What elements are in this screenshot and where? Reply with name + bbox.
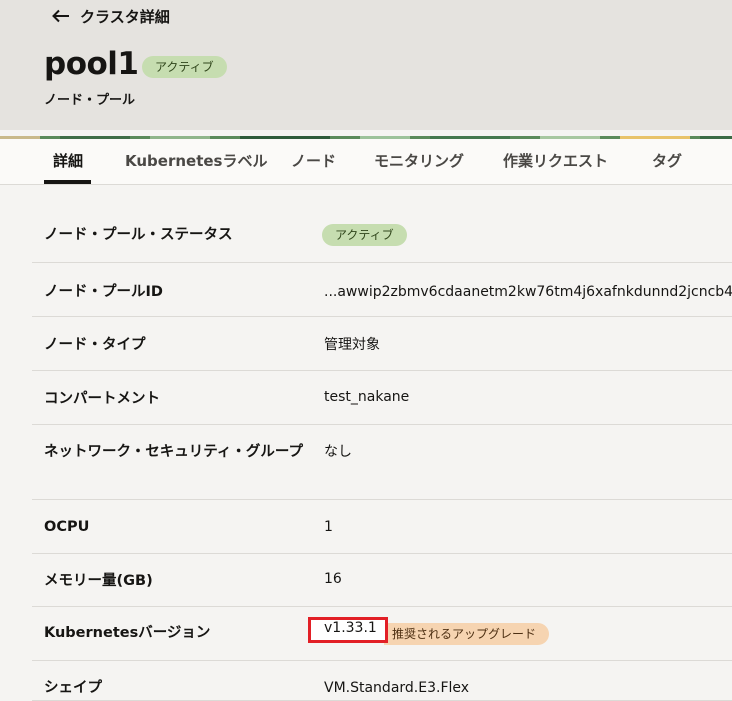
ocpu-value: 1 <box>324 519 333 535</box>
shape-value: VM.Standard.E3.Flex <box>324 680 470 696</box>
tab-bar: 詳細 Kubernetesラベル ノード モニタリング 作業リクエスト タグ <box>0 139 732 185</box>
detail-row-memory: メモリー量(GB) 16 <box>0 554 732 607</box>
back-link-label: クラスタ詳細 <box>80 7 170 26</box>
node-pool-id-value[interactable]: ...awwip2zbmv6cdaanetm2kw76tm4j6xafnkdun… <box>324 282 732 302</box>
tab-monitoring[interactable]: モニタリング <box>374 139 464 184</box>
detail-row-compartment: コンパートメント test_nakane <box>0 371 732 425</box>
back-to-cluster-link[interactable]: クラスタ詳細 <box>52 4 170 28</box>
tab-kubernetes-labels[interactable]: Kubernetesラベル <box>125 139 267 184</box>
detail-row-node-type: ノード・タイプ 管理対象 <box>0 317 732 371</box>
kubernetes-version-value: v1.33.1 <box>324 620 377 636</box>
detail-row-status: ノード・プール・ステータス アクティブ <box>0 209 732 263</box>
detail-label: ノード・プールID <box>44 284 163 300</box>
tab-nodes[interactable]: ノード <box>291 139 336 184</box>
memory-value: 16 <box>324 571 342 587</box>
detail-label: コンパートメント <box>44 391 160 407</box>
compartment-value[interactable]: test_nakane <box>324 387 409 407</box>
detail-row-shape: シェイプ VM.Standard.E3.Flex <box>0 661 732 701</box>
detail-label: OCPU <box>44 519 90 535</box>
tab-tags[interactable]: タグ <box>652 139 682 184</box>
tab-work-requests[interactable]: 作業リクエスト <box>503 139 608 184</box>
decorative-banner <box>0 130 732 139</box>
detail-label: ノード・タイプ <box>44 337 146 353</box>
nsg-value: なし <box>324 444 352 460</box>
node-type-value: 管理対象 <box>324 337 380 353</box>
detail-row-nsg: ネットワーク・セキュリティ・グループ なし <box>0 425 732 500</box>
detail-row-ocpu: OCPU 1 <box>0 500 732 554</box>
detail-label: シェイプ <box>44 680 102 696</box>
status-badge: アクティブ <box>142 56 227 78</box>
detail-label: ネットワーク・セキュリティ・グループ <box>44 444 303 460</box>
detail-row-k8s-version: Kubernetesバージョン 推奨されるアップグレード v1.33.1 <box>0 607 732 661</box>
page-title: pool1 <box>44 46 139 82</box>
detail-label: ノード・プール・ステータス <box>44 227 233 243</box>
node-pool-status-badge: アクティブ <box>322 224 407 246</box>
details-list: ノード・プール・ステータス アクティブ ノード・プールID ...awwip2z… <box>0 209 732 701</box>
tab-details[interactable]: 詳細 <box>53 139 83 184</box>
active-tab-indicator <box>44 180 91 184</box>
page-header: クラスタ詳細 pool1 アクティブ ノード・プール <box>0 0 732 130</box>
detail-row-pool-id: ノード・プールID ...awwip2zbmv6cdaanetm2kw76tm4… <box>0 263 732 317</box>
page-subtitle: ノード・プール <box>44 93 136 108</box>
detail-label: Kubernetesバージョン <box>44 625 211 641</box>
recommended-upgrade-badge[interactable]: 推奨されるアップグレード <box>384 623 550 645</box>
arrow-left-icon <box>52 9 70 23</box>
detail-label: メモリー量(GB) <box>44 573 153 589</box>
